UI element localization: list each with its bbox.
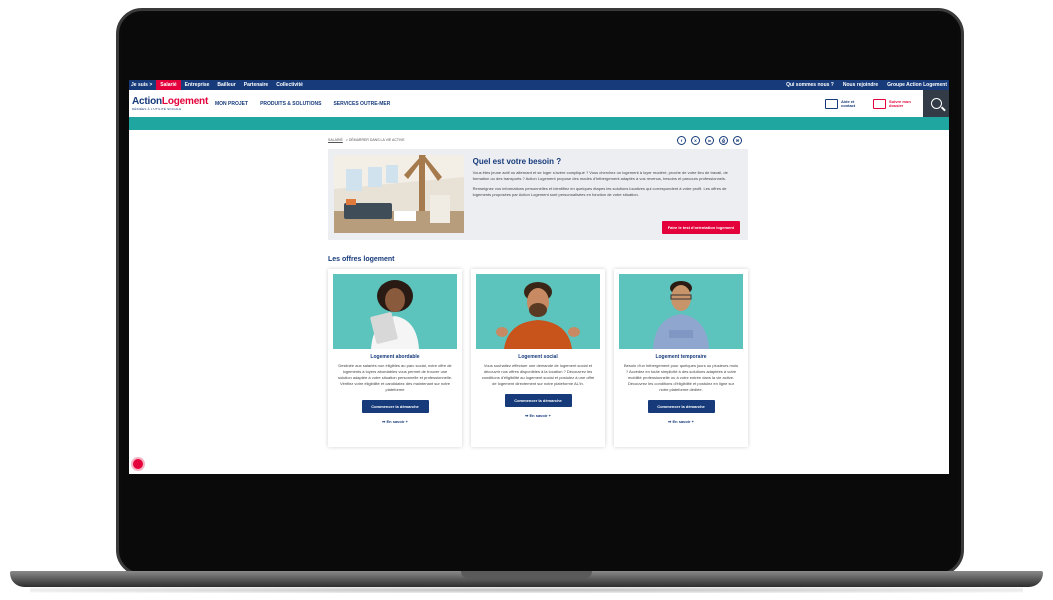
card-logement-social: Logement social Vous souhaitez effectuer… (471, 269, 605, 447)
breadcrumb-root[interactable]: SALARIÉ (328, 138, 343, 142)
living-room-image (334, 155, 464, 233)
laptop-notch (461, 571, 592, 579)
logo-tagline: DÉDIÉES À L'UTILITÉ SOCIALE (132, 107, 182, 111)
smiling-man-image (619, 274, 743, 349)
card-title: Logement abordable (370, 354, 420, 360)
besoin-paragraph-2: Renseignez vos informations personnelles… (472, 186, 727, 197)
nav-services-outre-mer[interactable]: SERVICES OUTRE-MER (333, 101, 390, 107)
card-title: Logement temporaire (655, 354, 707, 360)
commencer-button[interactable]: Commencer la démarche (361, 400, 429, 413)
breadcrumb-row: SALARIÉ > DÉMARRER DANS LA VIE ACTIVE f … (328, 131, 748, 149)
suivre-dossier-label: Suivre mon dossier (889, 98, 911, 108)
card-logement-abordable: Logement abordable Destinée aux salariés… (328, 269, 462, 447)
commencer-button[interactable]: Commencer la démarche (504, 394, 572, 407)
link-qui-sommes-nous[interactable]: Qui sommes nous ? (786, 82, 834, 88)
en-savoir-plus-link[interactable]: ➡ En savoir + (476, 413, 600, 418)
audience-partenaire[interactable]: Partenaire (240, 80, 272, 90)
orientation-test-button[interactable]: Faire le test d'orientation logement (661, 221, 740, 234)
card-description: Besoin d'un hébergement pour quelques jo… (624, 363, 738, 392)
share-icons: f X in ⎙ ✉ (677, 135, 742, 145)
logo[interactable]: ActionLogement DÉDIÉES À L'UTILITÉ SOCIA… (129, 96, 215, 111)
top-right-links: Qui sommes nous ? Nous rejoindre Groupe … (786, 82, 947, 88)
audience-entreprise[interactable]: Entreprise (181, 80, 214, 90)
main-header: ActionLogement DÉDIÉES À L'UTILITÉ SOCIA… (129, 90, 949, 117)
breadcrumb-current: DÉMARRER DANS LA VIE ACTIVE (348, 138, 405, 142)
x-icon[interactable]: X (691, 135, 700, 145)
mail-icon[interactable]: ✉ (733, 135, 742, 145)
header-actions: Aide et contact Suivre mon dossier (825, 90, 949, 117)
breadcrumb: SALARIÉ > DÉMARRER DANS LA VIE ACTIVE (328, 138, 405, 142)
linkedin-icon[interactable]: in (705, 135, 714, 145)
search-button[interactable] (923, 90, 949, 117)
audience-bailleur[interactable]: Bailleur (213, 80, 239, 90)
main-nav: MON PROJET PRODUITS & SOLUTIONS SERVICES… (215, 101, 390, 107)
offres-cards: Logement abordable Destinée aux salariés… (328, 269, 748, 447)
search-icon (930, 98, 942, 109)
top-bar: Je suis > Salarié Entreprise Bailleur Pa… (129, 80, 949, 90)
audience-collectivite[interactable]: Collectivité (272, 80, 307, 90)
laptop-icon (825, 98, 838, 109)
logo-text-2: Logement (161, 96, 209, 107)
laptop-shadow (30, 587, 1023, 593)
woman-tablet-image (333, 274, 457, 349)
chat-fab-button[interactable] (131, 457, 145, 471)
commencer-button[interactable]: Commencer la démarche (647, 400, 715, 413)
link-groupe[interactable]: Groupe Action Logement (887, 82, 947, 88)
card-description: Destinée aux salariés non éligibles au p… (337, 363, 453, 392)
en-savoir-plus-link[interactable]: ➡ En savoir + (333, 419, 457, 424)
card-title: Logement social (518, 354, 558, 360)
aide-contact-label: Aide et contact (841, 98, 856, 108)
excited-man-image (476, 274, 600, 349)
facebook-icon[interactable]: f (677, 135, 686, 145)
teal-banner (129, 117, 949, 130)
link-nous-rejoindre[interactable]: Nous rejoindre (843, 82, 878, 88)
page-content: SALARIÉ > DÉMARRER DANS LA VIE ACTIVE f … (328, 131, 748, 447)
besoin-title: Quel est votre besoin ? (472, 157, 562, 166)
besoin-paragraph-1: Vous êtes jeune actif ou alternant et se… (472, 170, 728, 181)
audience-salarie[interactable]: Salarié (156, 80, 181, 90)
logo-text-1: Action (132, 96, 162, 107)
en-savoir-plus-link[interactable]: ➡ En savoir + (619, 419, 743, 424)
besoin-panel: Quel est votre besoin ? Vous êtes jeune … (328, 149, 748, 240)
audience-prefix: Je suis > (131, 82, 153, 88)
nav-mon-projet[interactable]: MON PROJET (215, 101, 248, 107)
nav-produits-solutions[interactable]: PRODUITS & SOLUTIONS (260, 101, 321, 107)
offres-title: Les offres logement (328, 256, 395, 263)
aide-contact-link[interactable]: Aide et contact (825, 98, 863, 109)
card-logement-temporaire: Logement temporaire Besoin d'un hébergem… (614, 269, 748, 447)
screen: Je suis > Salarié Entreprise Bailleur Pa… (129, 80, 949, 474)
breadcrumb-separator: > (345, 138, 348, 142)
folder-icon (873, 98, 886, 109)
suivre-dossier-link[interactable]: Suivre mon dossier (873, 98, 913, 109)
print-icon[interactable]: ⎙ (719, 135, 728, 145)
card-description: Vous souhaitez effectuer une demande de … (481, 363, 595, 386)
